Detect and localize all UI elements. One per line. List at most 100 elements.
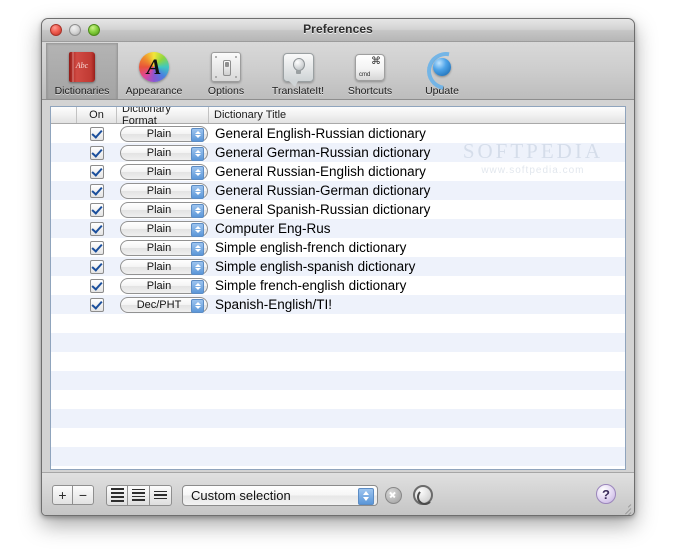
row-enabled-cell (77, 276, 117, 295)
row-enabled-cell (77, 181, 117, 200)
chevron-updown-icon (191, 203, 204, 218)
row-format-dropdown[interactable]: Plain (120, 182, 208, 199)
table-row-empty[interactable] (51, 314, 625, 333)
row-format-dropdown[interactable]: Plain (120, 239, 208, 256)
toolbar-item-translateit[interactable]: TranslateIt! (262, 43, 334, 99)
row-title-cell: General Russian-English dictionary (209, 162, 625, 181)
row-spacer-cell (51, 162, 77, 181)
row-title-cell: Simple english-french dictionary (209, 238, 625, 257)
table-row-empty[interactable] (51, 428, 625, 447)
refresh-icon[interactable] (413, 485, 433, 505)
table-row[interactable]: Plain Simple french-english dictionary (51, 276, 625, 295)
row-format-cell: Plain (117, 181, 209, 200)
column-header-dictionary-title[interactable]: Dictionary Title (209, 107, 625, 123)
table-row-empty[interactable] (51, 447, 625, 466)
table-row[interactable]: Plain General English-Russian dictionary (51, 124, 625, 143)
column-header-dictionary-format[interactable]: Dictionary Format (117, 107, 209, 127)
row-format-dropdown[interactable]: Plain (120, 163, 208, 180)
row-enabled-checkbox[interactable] (90, 221, 104, 236)
speech-bubble-icon (282, 51, 314, 87)
table-row-empty[interactable] (51, 409, 625, 428)
row-format-dropdown[interactable]: Plain (120, 258, 208, 275)
table-row[interactable]: Plain Computer Eng-Rus (51, 219, 625, 238)
table-row-empty[interactable] (51, 333, 625, 352)
row-title-value: General German-Russian dictionary (215, 145, 431, 160)
toolbar-item-update[interactable]: Update (406, 43, 478, 99)
table-row-empty[interactable] (51, 390, 625, 409)
list-view-large-button[interactable] (150, 484, 172, 506)
table-row-empty[interactable] (51, 371, 625, 390)
clear-x-icon[interactable] (385, 486, 402, 504)
table-header-row: On Dictionary Format Dictionary Title (51, 107, 625, 127)
toolbar-label-translateit: TranslateIt! (271, 85, 325, 97)
table-row[interactable]: Plain Simple english-french dictionary (51, 238, 625, 257)
table-row[interactable]: Plain General Russian-German dictionary (51, 181, 625, 200)
column-header-spacer[interactable] (51, 107, 77, 123)
row-format-dropdown[interactable]: Plain (120, 201, 208, 218)
add-dictionary-button[interactable]: + (52, 485, 73, 505)
command-key-icon: ⌘ cmd (355, 51, 385, 83)
chevron-updown-icon (191, 260, 204, 275)
row-format-dropdown[interactable]: Plain (120, 125, 208, 142)
chevron-updown-icon (358, 487, 374, 505)
table-row-empty[interactable] (51, 352, 625, 371)
row-title-cell: General German-Russian dictionary (209, 143, 625, 162)
row-enabled-checkbox[interactable] (90, 183, 104, 198)
row-enabled-checkbox[interactable] (90, 259, 104, 274)
row-format-cell: Plain (117, 162, 209, 181)
row-format-dropdown[interactable]: Dec/PHT (120, 296, 208, 313)
toolbar-item-shortcuts[interactable]: ⌘ cmd Shortcuts (334, 43, 406, 99)
row-title-cell: Simple french-english dictionary (209, 276, 625, 295)
table-row[interactable]: Plain Simple english-spanish dictionary (51, 257, 625, 276)
row-enabled-checkbox[interactable] (90, 240, 104, 255)
chevron-updown-icon (191, 279, 204, 294)
window-titlebar[interactable]: Preferences (42, 19, 634, 42)
row-enabled-cell (77, 200, 117, 219)
table-rows: Plain General English-Russian dictionary P… (51, 124, 625, 469)
row-enabled-checkbox[interactable] (90, 278, 104, 293)
row-spacer-cell (51, 276, 77, 295)
row-spacer-cell (51, 143, 77, 162)
table-row[interactable]: Plain General Russian-English dictionary (51, 162, 625, 181)
column-header-on[interactable]: On (77, 107, 117, 123)
row-enabled-checkbox[interactable] (90, 126, 104, 141)
row-enabled-checkbox[interactable] (90, 297, 104, 312)
list-view-dense-button[interactable] (106, 484, 128, 506)
table-row[interactable]: Dec/PHT Spanish-English/TI! (51, 295, 625, 314)
table-row[interactable]: Plain General Spanish-Russian dictionary (51, 200, 625, 219)
row-title-value: Computer Eng-Rus (215, 221, 331, 236)
dictionary-table[interactable]: On Dictionary Format Dictionary Title Pl… (50, 106, 626, 470)
row-spacer-cell (51, 295, 77, 314)
preferences-toolbar: Dictionaries Appearance Options (42, 42, 634, 100)
table-row[interactable]: Plain General German-Russian dictionary (51, 143, 625, 162)
row-enabled-checkbox[interactable] (90, 202, 104, 217)
row-title-value: Simple french-english dictionary (215, 278, 407, 293)
row-format-dropdown[interactable]: Plain (120, 220, 208, 237)
resize-grip-icon[interactable] (618, 501, 632, 515)
row-enabled-cell (77, 124, 117, 143)
switch-panel-icon (211, 51, 241, 83)
row-enabled-checkbox[interactable] (90, 145, 104, 160)
toolbar-item-options[interactable]: Options (190, 43, 262, 99)
preferences-window: Preferences Dictionaries Appearance (41, 18, 635, 516)
view-mode-segmented-control (106, 484, 172, 506)
list-view-medium-button[interactable] (128, 484, 150, 506)
row-enabled-checkbox[interactable] (90, 164, 104, 179)
row-format-dropdown[interactable]: Plain (120, 277, 208, 294)
toolbar-item-appearance[interactable]: Appearance (118, 43, 190, 99)
row-format-cell: Plain (117, 124, 209, 143)
selection-preset-value: Custom selection (191, 487, 291, 503)
remove-dictionary-button[interactable]: − (73, 485, 94, 505)
row-format-dropdown[interactable]: Plain (120, 144, 208, 161)
row-title-value: General Russian-German dictionary (215, 183, 431, 198)
selection-preset-dropdown[interactable]: Custom selection (182, 484, 378, 506)
toolbar-item-dictionaries[interactable]: Dictionaries (46, 43, 118, 99)
row-spacer-cell (51, 181, 77, 200)
window-title: Preferences (303, 22, 373, 36)
toolbar-label-dictionaries: Dictionaries (54, 85, 110, 97)
screenshot-root: Preferences Dictionaries Appearance (0, 0, 676, 560)
table-row-empty[interactable] (51, 466, 625, 469)
row-enabled-cell (77, 295, 117, 314)
help-button[interactable]: ? (596, 484, 616, 504)
row-enabled-cell (77, 219, 117, 238)
